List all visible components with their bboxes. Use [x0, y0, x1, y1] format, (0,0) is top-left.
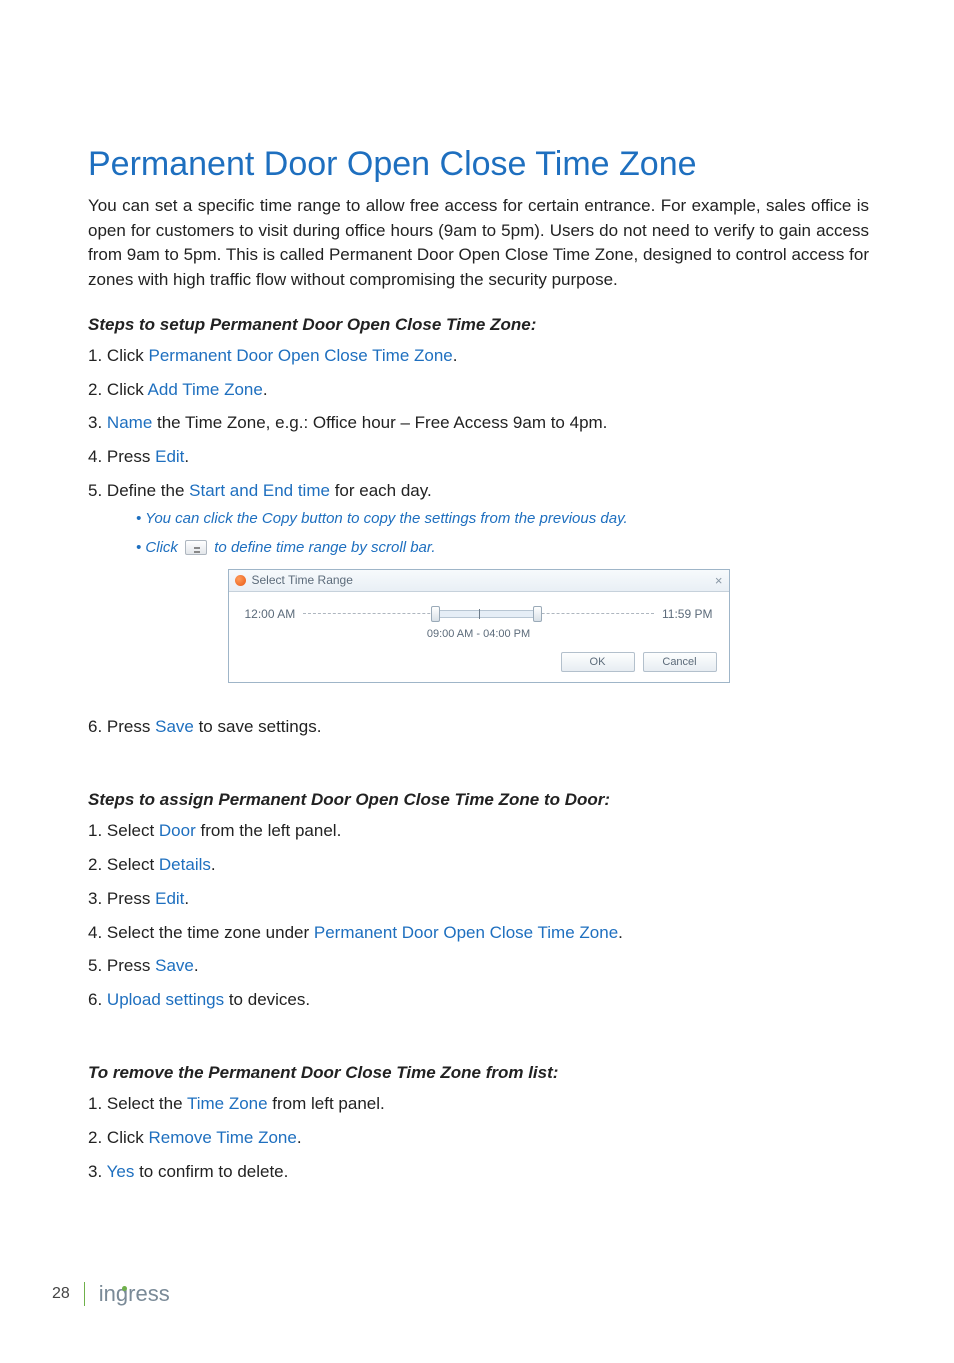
section3-steps: Select the Time Zone from left panel. Cl… [88, 1093, 869, 1184]
document-page: Permanent Door Open Close Time Zone You … [0, 0, 954, 1363]
s1-step1: Click Permanent Door Open Close Time Zon… [88, 345, 869, 368]
s1-step6: Press Save to save settings. [88, 716, 869, 739]
kw-edit: Edit [155, 447, 184, 466]
s2-step1: Select Door from the left panel. [88, 820, 869, 843]
app-orb-icon [235, 575, 246, 586]
s1-bullet2: Click to define time range by scroll bar… [136, 538, 869, 558]
scrollbar-icon [185, 540, 207, 555]
kw-upload: Upload settings [107, 990, 224, 1009]
section2-steps: Select Door from the left panel. Select … [88, 820, 869, 1013]
kw-permanent-tz: Permanent Door Open Close Time Zone [148, 346, 452, 365]
page-title: Permanent Door Open Close Time Zone [88, 145, 869, 184]
slider-fill [435, 610, 537, 618]
brand-g: g [116, 1281, 128, 1307]
dialog-button-row: OK Cancel [229, 648, 729, 682]
kw-name: Name [107, 413, 152, 432]
s3-step1: Select the Time Zone from left panel. [88, 1093, 869, 1116]
s2-step5: Press Save. [88, 955, 869, 978]
s2-step2: Select Details. [88, 854, 869, 877]
time-range-slider[interactable] [303, 604, 654, 624]
kw-details: Details [159, 855, 211, 874]
section1-steps: Click Permanent Door Open Close Time Zon… [88, 345, 869, 558]
time-slider-row: 12:00 AM 11:59 PM [245, 604, 713, 624]
s1-step3: Name the Time Zone, e.g.: Office hour – … [88, 412, 869, 435]
kw-save: Save [155, 717, 194, 736]
s3-step3: Yes to confirm to delete. [88, 1161, 869, 1184]
s1-bullet1: You can click the Copy button to copy th… [136, 509, 869, 529]
kw-add-tz: Add Time Zone [148, 380, 263, 399]
section1-steps-cont: Press Save to save settings. [88, 716, 869, 739]
kw-timezone: Time Zone [187, 1094, 268, 1113]
kw-edit2: Edit [155, 889, 184, 908]
dialog-title: Select Time Range [252, 573, 353, 587]
kw-save2: Save [155, 956, 194, 975]
slider-handle-end[interactable] [533, 606, 542, 622]
dialog-body: 12:00 AM 11:59 PM 09:00 AM - 04:00 PM [229, 592, 729, 648]
close-icon[interactable]: × [715, 573, 723, 588]
intro-paragraph: You can set a specific time range to all… [88, 194, 869, 293]
s1-sub-bullets: You can click the Copy button to copy th… [136, 509, 869, 558]
s2-step6: Upload settings to devices. [88, 989, 869, 1012]
s2-step3: Press Edit. [88, 888, 869, 911]
s1-step5: Define the Start and End time for each d… [88, 480, 869, 557]
kw-remove-tz: Remove Time Zone [148, 1128, 296, 1147]
kw-permanent-tz2: Permanent Door Open Close Time Zone [314, 923, 618, 942]
dialog-figure: Select Time Range × 12:00 AM 11:59 PM 09… [88, 569, 869, 683]
s2-step4: Select the time zone under Permanent Doo… [88, 922, 869, 945]
section2-heading: Steps to assign Permanent Door Open Clos… [88, 790, 869, 810]
section1-heading: Steps to setup Permanent Door Open Close… [88, 315, 869, 335]
slider-right-label: 11:59 PM [662, 607, 712, 621]
slider-handle-start[interactable] [431, 606, 440, 622]
brand-logo: ingress [99, 1281, 170, 1307]
section3-heading: To remove the Permanent Door Close Time … [88, 1063, 869, 1083]
footer-divider [84, 1282, 85, 1306]
kw-door: Door [159, 821, 196, 840]
kw-yes: Yes [107, 1162, 135, 1181]
s1-step4: Press Edit. [88, 446, 869, 469]
dialog-titlebar: Select Time Range × [229, 570, 729, 592]
ok-button[interactable]: OK [561, 652, 635, 672]
s1-step2: Click Add Time Zone. [88, 379, 869, 402]
cancel-button[interactable]: Cancel [643, 652, 717, 672]
time-readout: 09:00 AM - 04:00 PM [245, 628, 713, 640]
slider-center-tick [479, 609, 480, 619]
kw-start-end: Start and End time [189, 481, 330, 500]
slider-left-label: 12:00 AM [245, 607, 296, 621]
page-number: 28 [52, 1285, 70, 1303]
select-time-range-dialog: Select Time Range × 12:00 AM 11:59 PM 09… [228, 569, 730, 683]
s3-step2: Click Remove Time Zone. [88, 1127, 869, 1150]
page-footer: 28 ingress [52, 1281, 170, 1307]
brand-dot-icon [122, 1286, 127, 1291]
